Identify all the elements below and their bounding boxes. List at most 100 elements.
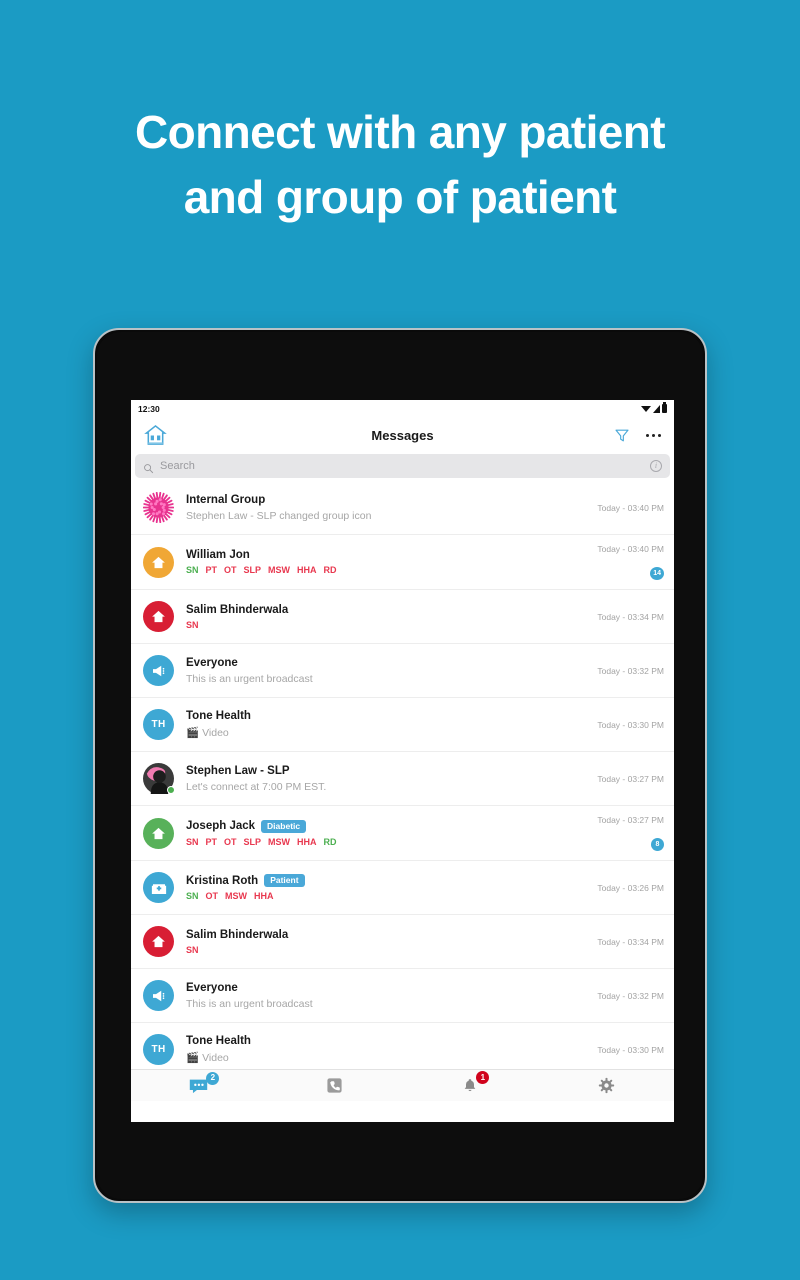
conversation-meta: Today - 03:27 PM 8: [592, 815, 664, 851]
conversation-meta: Today - 03:32 PM: [592, 653, 664, 688]
discipline-tag: MSW: [268, 836, 291, 847]
conversation-row[interactable]: Joseph Jack Diabetic SN PT OT SLP MSW HHA RD Toda…: [131, 806, 674, 861]
conversation-name: Internal Group: [186, 493, 266, 506]
video-clapper-icon: 🎬: [186, 727, 200, 739]
message-preview: Stephen Law - SLP changed group icon: [186, 509, 372, 522]
unread-count-badge: 8: [651, 838, 664, 851]
battery-icon: [662, 402, 667, 413]
conversation-name-line: Everyone: [186, 982, 584, 994]
conversation-body: Tone Health 🎬 Video: [186, 710, 584, 739]
signal-icon: [653, 404, 660, 413]
avatar-initials: TH: [151, 719, 166, 730]
discipline-tag: RD: [323, 565, 337, 575]
conversation-body: Stephen Law - SLP Let's connect at 7:00 P…: [186, 765, 584, 793]
hero-line-2: and group of patient: [183, 171, 617, 224]
hospital-icon: [150, 879, 168, 897]
hero-headline: Connect with any patient and group of pa…: [0, 100, 800, 231]
discipline-tag: HHA: [297, 565, 317, 575]
status-badge: Patient: [264, 874, 305, 887]
message-preview: 🎬 Video: [186, 727, 229, 739]
conversation-name-line: Stephen Law - SLP: [186, 765, 584, 777]
tablet-device-frame: 12:30 Messages Search i Internal Group S…: [93, 328, 707, 1203]
search-placeholder: Search: [160, 460, 195, 472]
filter-icon[interactable]: [614, 427, 630, 444]
conversation-row[interactable]: Internal Group Stephen Law - SLP changed …: [131, 481, 674, 535]
conversation-name: William Jon: [186, 549, 250, 561]
avatar[interactable]: [143, 980, 174, 1011]
discipline-tag: SN: [186, 565, 199, 575]
avatar[interactable]: [143, 655, 174, 686]
bottom-tab-bar[interactable]: 21: [131, 1069, 674, 1101]
discipline-tags: SN PT OT SLP MSW HHA RD: [186, 565, 584, 575]
conversation-meta: Today - 03:32 PM: [592, 978, 664, 1013]
conversation-name-line: Everyone: [186, 657, 584, 669]
tablet-screen: 12:30 Messages Search i Internal Group S…: [131, 400, 674, 1122]
conversation-body: Everyone This is an urgent broadcast: [186, 657, 584, 685]
message-preview: Let's connect at 7:00 PM EST.: [186, 780, 327, 793]
avatar[interactable]: [143, 546, 174, 578]
avatar[interactable]: [143, 601, 174, 632]
avatar[interactable]: [143, 492, 174, 523]
conversation-row[interactable]: Stephen Law - SLP Let's connect at 7:00 P…: [131, 752, 674, 806]
info-icon[interactable]: i: [650, 460, 662, 472]
megaphone-icon: [150, 987, 168, 1005]
conversation-row[interactable]: Salim Bhinderwala SN Today - 03:34 PM: [131, 590, 674, 644]
conversation-name: Joseph Jack: [186, 820, 256, 832]
conversation-row[interactable]: TH Tone Health 🎬 Video Today - 03:30 PM: [131, 698, 674, 752]
timestamp: Today - 03:34 PM: [597, 936, 664, 947]
message-preview: This is an urgent broadcast: [186, 997, 313, 1010]
discipline-tags: SN: [186, 620, 584, 630]
wifi-icon: [641, 405, 651, 412]
tab-settings[interactable]: [538, 1070, 674, 1101]
search-input[interactable]: Search i: [135, 454, 670, 478]
video-clapper-icon: 🎬: [186, 1052, 200, 1064]
avatar[interactable]: TH: [143, 1034, 174, 1065]
online-status-indicator: [167, 786, 175, 794]
conversation-name: Tone Health: [186, 1035, 251, 1047]
conversation-name-line: Joseph Jack Diabetic: [186, 819, 584, 833]
conversation-name-line: Kristina Roth Patient: [186, 874, 584, 887]
avatar[interactable]: [143, 763, 175, 794]
message-preview: 🎬 Video: [186, 1052, 229, 1064]
discipline-tags: SN: [186, 945, 584, 955]
conversation-name-line: Salim Bhinderwala: [186, 604, 584, 616]
home-logo-icon[interactable]: [144, 424, 167, 447]
conversation-body: Internal Group Stephen Law - SLP changed …: [186, 494, 584, 522]
home-icon: [150, 554, 167, 571]
status-badge: Diabetic: [261, 819, 307, 833]
home-icon: [150, 608, 167, 625]
more-options-icon[interactable]: [645, 433, 661, 438]
avatar[interactable]: [143, 926, 174, 957]
avatar[interactable]: [143, 817, 174, 849]
tab-calls[interactable]: [267, 1070, 403, 1101]
discipline-tag: PT: [205, 565, 218, 575]
conversation-meta: Today - 03:40 PM: [592, 490, 664, 525]
discipline-tag: HHA: [254, 891, 274, 901]
conversation-row[interactable]: Salim Bhinderwala SN Today - 03:34 PM: [131, 915, 674, 969]
avatar[interactable]: [143, 872, 174, 903]
discipline-tag: SN: [186, 836, 199, 847]
bell-icon: 1: [462, 1071, 490, 1094]
conversation-meta: Today - 03:40 PM 14: [592, 544, 664, 580]
tab-messages[interactable]: 2: [131, 1070, 267, 1101]
hero-line-1: Connect with any patient: [135, 106, 666, 158]
avatar[interactable]: TH: [143, 709, 174, 740]
conversation-list[interactable]: Internal Group Stephen Law - SLP changed …: [131, 481, 674, 1069]
conversation-name-line: William Jon: [186, 549, 584, 561]
tab-notifications[interactable]: 1: [403, 1070, 539, 1101]
conversation-row[interactable]: William Jon SN PT OT SLP MSW HHA RD Today - 03:4…: [131, 535, 674, 590]
conversation-body: Tone Health 🎬 Video: [186, 1035, 584, 1064]
home-icon: [150, 933, 167, 950]
conversation-row[interactable]: TH Tone Health 🎬 Video Today - 03:30 PM: [131, 1023, 674, 1069]
conversation-row[interactable]: Everyone This is an urgent broadcast Today…: [131, 969, 674, 1023]
conversation-row[interactable]: Everyone This is an urgent broadcast Today…: [131, 644, 674, 698]
timestamp: Today - 03:30 PM: [597, 1044, 664, 1055]
discipline-tag: SN: [186, 619, 199, 630]
discipline-tag: RD: [323, 836, 337, 847]
conversation-name: Stephen Law - SLP: [186, 764, 290, 777]
conversation-body: William Jon SN PT OT SLP MSW HHA RD: [186, 549, 584, 575]
tab-badge: 2: [206, 1071, 220, 1085]
conversation-row[interactable]: Kristina Roth Patient SN OT MSW HHA Today - 03…: [131, 861, 674, 915]
discipline-tag: OT: [224, 836, 237, 847]
status-bar: 12:30: [131, 400, 674, 417]
